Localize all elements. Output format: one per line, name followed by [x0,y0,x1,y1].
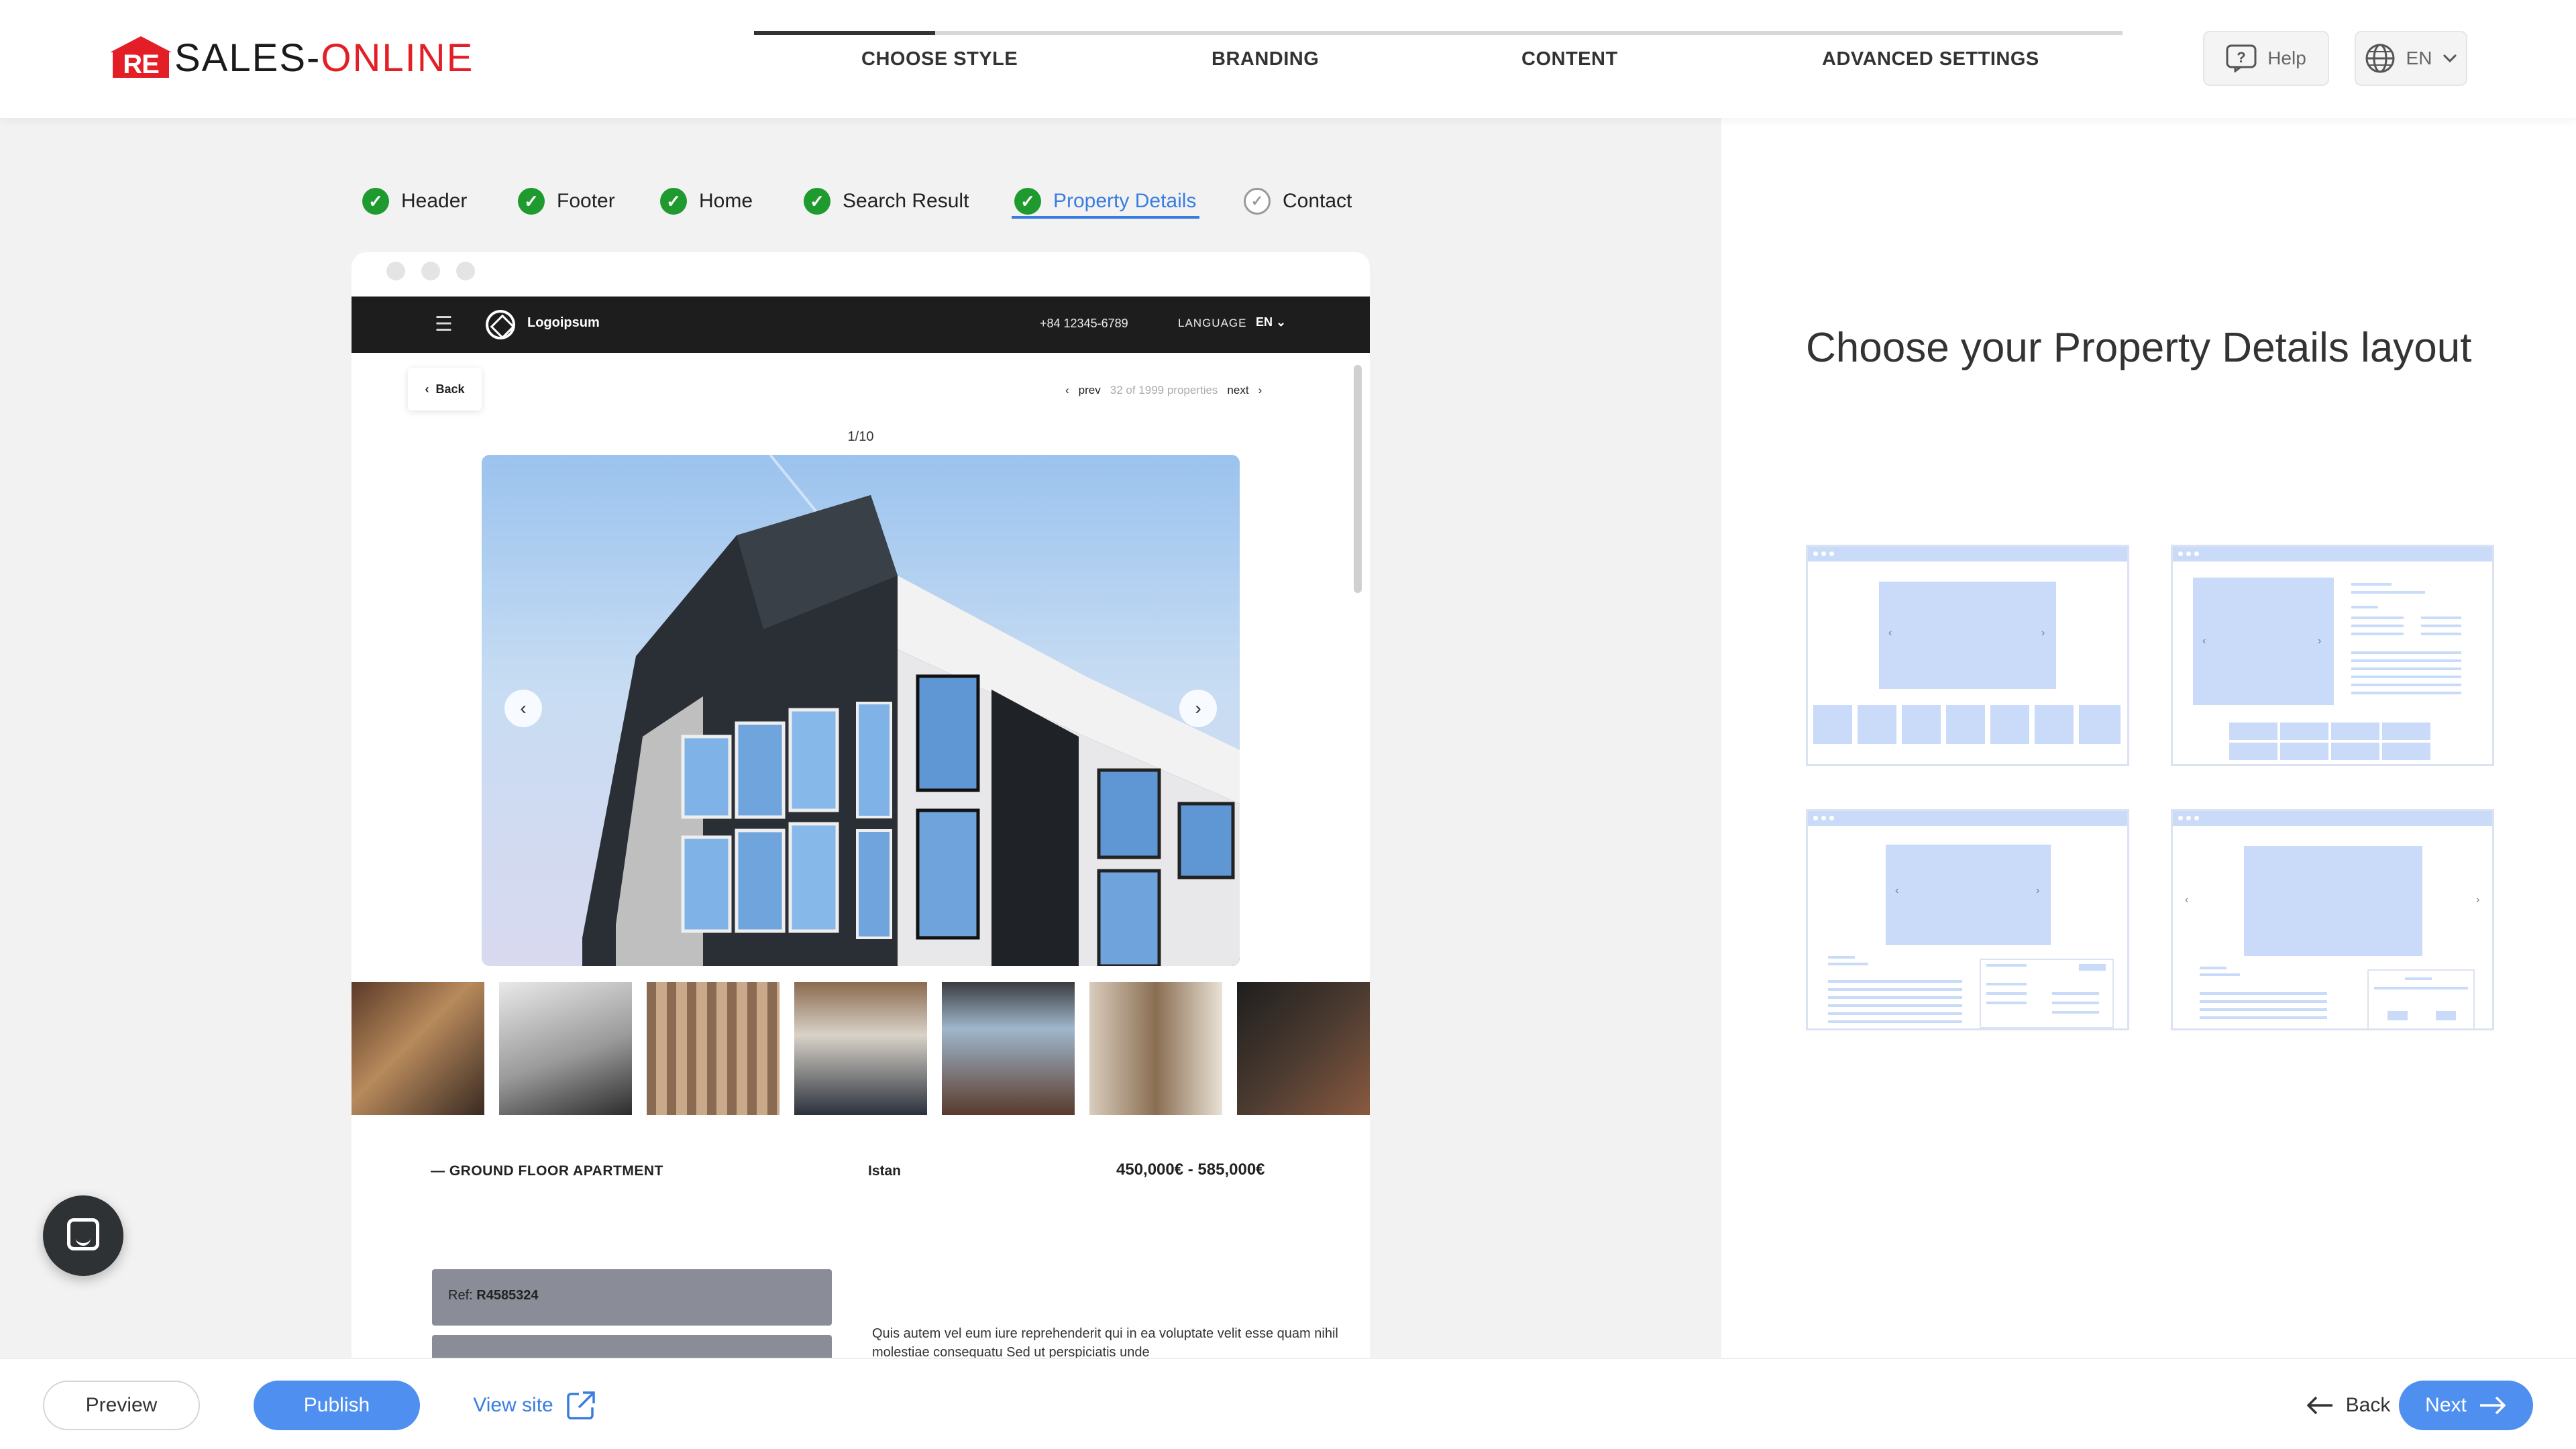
thumbnail [1089,982,1222,1115]
check-icon: ✓ [804,188,830,215]
tab-footer[interactable]: ✓ Footer [518,182,615,220]
chat-icon [67,1218,99,1250]
help-label: Help [2267,48,2306,68]
arrow-right-icon [2479,1396,2506,1415]
external-link-icon [567,1391,595,1419]
panel-title: Choose your Property Details layout [1806,325,2472,371]
site-logo-text: Logoipsum [527,315,600,330]
tab-label: Footer [557,190,615,212]
logo-wordmark: SALES-ONLINE [174,36,474,80]
wizard-progress-fill [754,31,935,35]
layout-option-4[interactable]: ‹ › [2171,809,2494,1030]
language-value: EN [2406,48,2432,68]
tab-property-details[interactable]: ✓ Property Details [1014,182,1196,220]
property-description: Quis autem vel eum iure reprehenderit qu… [872,1326,1338,1359]
tab-label: Home [699,190,753,212]
check-icon: ✓ [362,188,389,215]
thumbnail [352,982,484,1115]
chevron-left-icon: ‹ [1065,384,1069,396]
layout-option-1[interactable]: ‹ › [1806,545,2129,766]
layout-option-3[interactable]: ‹ › [1806,809,2129,1030]
step-advanced-settings[interactable]: ADVANCED SETTINGS [1822,48,2039,70]
language-selector[interactable]: EN [2355,31,2467,86]
site-language-label: LANGUAGE [1178,317,1247,329]
check-icon: ✓ [660,188,687,215]
menu-icon: ☰ [435,313,453,335]
template-preview: ☰ Logoipsum +84 12345-6789 LANGUAGE EN ⌄… [352,252,1370,1359]
chevron-right-icon: › [1258,384,1263,396]
check-icon: ✓ [518,188,545,215]
window-dots [386,262,475,280]
tab-contact[interactable]: ✓ Contact [1244,182,1352,220]
layout-option-2[interactable]: ‹ › [2171,545,2494,766]
image-counter: 1/10 [847,429,874,444]
thumbnail [1237,982,1370,1115]
globe-icon [2365,44,2395,73]
property-pager: ‹ prev 32 of 1999 properties next › [1065,384,1263,396]
chat-widget-button[interactable] [43,1195,123,1276]
preview-site-header: ☰ Logoipsum +84 12345-6789 LANGUAGE EN ⌄ [352,297,1370,353]
info-box [432,1335,832,1359]
top-bar: RE SALES-ONLINE CHOOSE STYLE BRANDING CO… [0,0,2576,118]
view-site-link[interactable]: View site [464,1381,605,1430]
step-branding[interactable]: BRANDING [1212,48,1319,70]
preview-scrollbar[interactable] [1354,365,1362,593]
resales-online-logo[interactable]: RE SALES-ONLINE [110,31,474,78]
chevron-down-icon [2443,54,2457,63]
carousel-prev-arrow: ‹ [504,690,542,727]
reference-box: Ref: R4585324 [432,1269,832,1326]
active-tab-underline [1012,216,1199,219]
bottom-action-bar: Preview Publish View site Back Next [0,1358,2576,1449]
wizard-progress-track [754,31,2123,35]
carousel-next-arrow: › [1179,690,1217,727]
thumbnail-strip [352,982,1370,1115]
site-phone: +84 12345-6789 [1040,317,1128,330]
chevron-down-icon: ⌄ [1276,315,1287,329]
check-icon: ✓ [1014,188,1041,215]
preview-back-button: ‹ Back [408,368,482,411]
thumbnail [942,982,1075,1115]
tab-header[interactable]: ✓ Header [362,182,467,220]
layout-selection-panel: Choose your Property Details layout ‹ › … [1721,118,2576,1358]
step-choose-style[interactable]: CHOOSE STYLE [861,48,1018,70]
chevron-left-icon: ‹ [425,382,429,396]
tab-label: Contact [1283,190,1352,212]
help-button[interactable]: ? Help [2203,31,2329,86]
next-button[interactable]: Next [2399,1381,2533,1430]
help-icon: ? [2226,44,2257,72]
property-type: — GROUND FLOOR APARTMENT [431,1163,663,1179]
hero-property-image: ‹ › [482,455,1240,966]
arrow-left-icon [2306,1396,2332,1415]
property-location: Istan [868,1163,902,1179]
pending-check-icon: ✓ [1244,188,1271,215]
publish-button[interactable]: Publish [254,1381,420,1430]
site-language-value: EN ⌄ [1256,315,1287,329]
tab-label: Property Details [1053,190,1197,212]
house-logo-icon: RE [110,36,172,78]
step-content[interactable]: CONTENT [1521,48,1618,70]
property-price: 450,000€ - 585,000€ [1116,1161,1265,1179]
tab-home[interactable]: ✓ Home [660,182,753,220]
preview-button[interactable]: Preview [43,1381,200,1430]
svg-text:?: ? [2237,49,2245,66]
tab-label: Header [401,190,468,212]
thumbnail [647,982,780,1115]
thumbnail [499,982,632,1115]
tab-label: Search Result [843,190,969,212]
thumbnail [794,982,927,1115]
site-logo-icon [486,310,515,339]
tab-search-result[interactable]: ✓ Search Result [804,182,969,220]
